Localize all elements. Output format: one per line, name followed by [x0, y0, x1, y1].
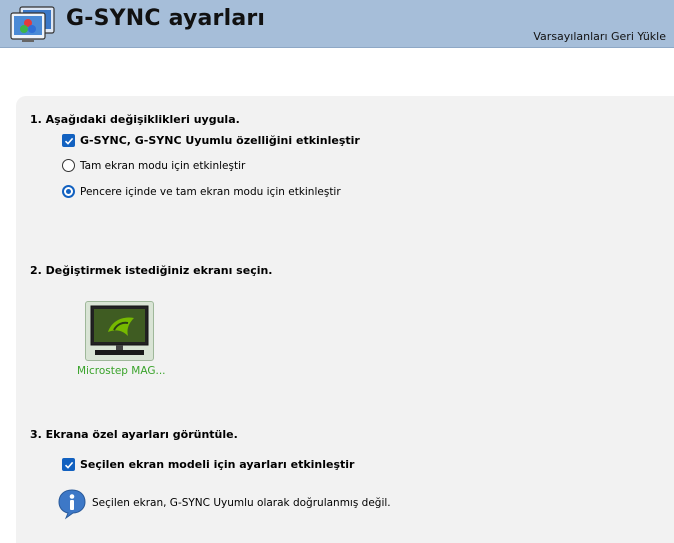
radio-windowed-label: Pencere içinde ve tam ekran modu için et…	[80, 185, 341, 198]
enable-model-settings-checkbox[interactable]: Seçilen ekran modeli için ayarları etkin…	[62, 458, 354, 471]
radio-unselected-icon[interactable]	[62, 159, 75, 172]
nvidia-control-panel-icon	[10, 6, 55, 42]
page-title: G-SYNC ayarları	[66, 6, 266, 31]
section-1-title: 1. Aşağıdaki değişiklikleri uygula.	[30, 113, 240, 126]
display-tile[interactable]	[85, 301, 154, 361]
enable-model-settings-label: Seçilen ekran modeli için ayarları etkin…	[80, 458, 355, 471]
section-2-title: 2. Değiştirmek istediğiniz ekranı seçin.	[30, 264, 273, 277]
info-icon	[58, 489, 86, 520]
radio-windowed-and-fullscreen[interactable]: Pencere içinde ve tam ekran modu için et…	[62, 185, 341, 198]
enable-gsync-checkbox[interactable]: G-SYNC, G-SYNC Uyumlu özelliğini etkinle…	[62, 134, 360, 147]
header-bar: G-SYNC ayarları Varsayılanları Geri Yükl…	[0, 0, 674, 48]
display-label[interactable]: Microstep MAG...	[77, 365, 166, 377]
radio-fullscreen-label: Tam ekran modu için etkinleştir	[80, 159, 246, 172]
radio-fullscreen-only[interactable]: Tam ekran modu için etkinleştir	[62, 159, 245, 172]
monitor-icon	[90, 305, 149, 355]
enable-gsync-label: G-SYNC, G-SYNC Uyumlu özelliğini etkinle…	[80, 134, 360, 147]
radio-selected-icon[interactable]	[62, 185, 75, 198]
checkbox-checked-icon[interactable]	[62, 458, 75, 471]
info-message: Seçilen ekran, G-SYNC Uyumlu olarak doğr…	[92, 497, 391, 509]
restore-defaults-link[interactable]: Varsayılanları Geri Yükle	[533, 30, 666, 43]
checkbox-checked-icon[interactable]	[62, 134, 75, 147]
section-3-title: 3. Ekrana özel ayarları görüntüle.	[30, 428, 238, 441]
